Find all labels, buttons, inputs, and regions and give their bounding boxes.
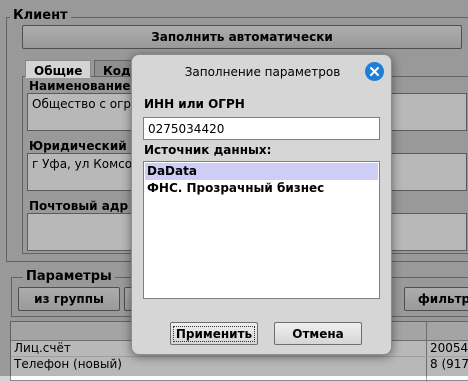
source-listbox[interactable]: DaData ФНС. Прозрачный бизнес (143, 161, 380, 299)
apply-button-label: Применить (172, 325, 256, 342)
source-item-selected[interactable]: DaData (145, 163, 378, 180)
inn-label: ИНН или ОГРН (144, 97, 245, 111)
source-label: Источник данных: (144, 143, 272, 157)
cancel-button[interactable]: Отмена (274, 322, 362, 345)
close-icon[interactable] (365, 62, 384, 81)
dialog-title: Заполнение параметров (184, 65, 341, 79)
inn-input[interactable]: 0275034420 (143, 117, 380, 140)
source-item[interactable]: ФНС. Прозрачный бизнес (145, 180, 378, 197)
apply-button[interactable]: Применить (170, 322, 258, 345)
tab-general[interactable]: Общие (25, 60, 92, 78)
fill-params-dialog: Заполнение параметров ИНН или ОГРН 02750… (131, 54, 392, 355)
